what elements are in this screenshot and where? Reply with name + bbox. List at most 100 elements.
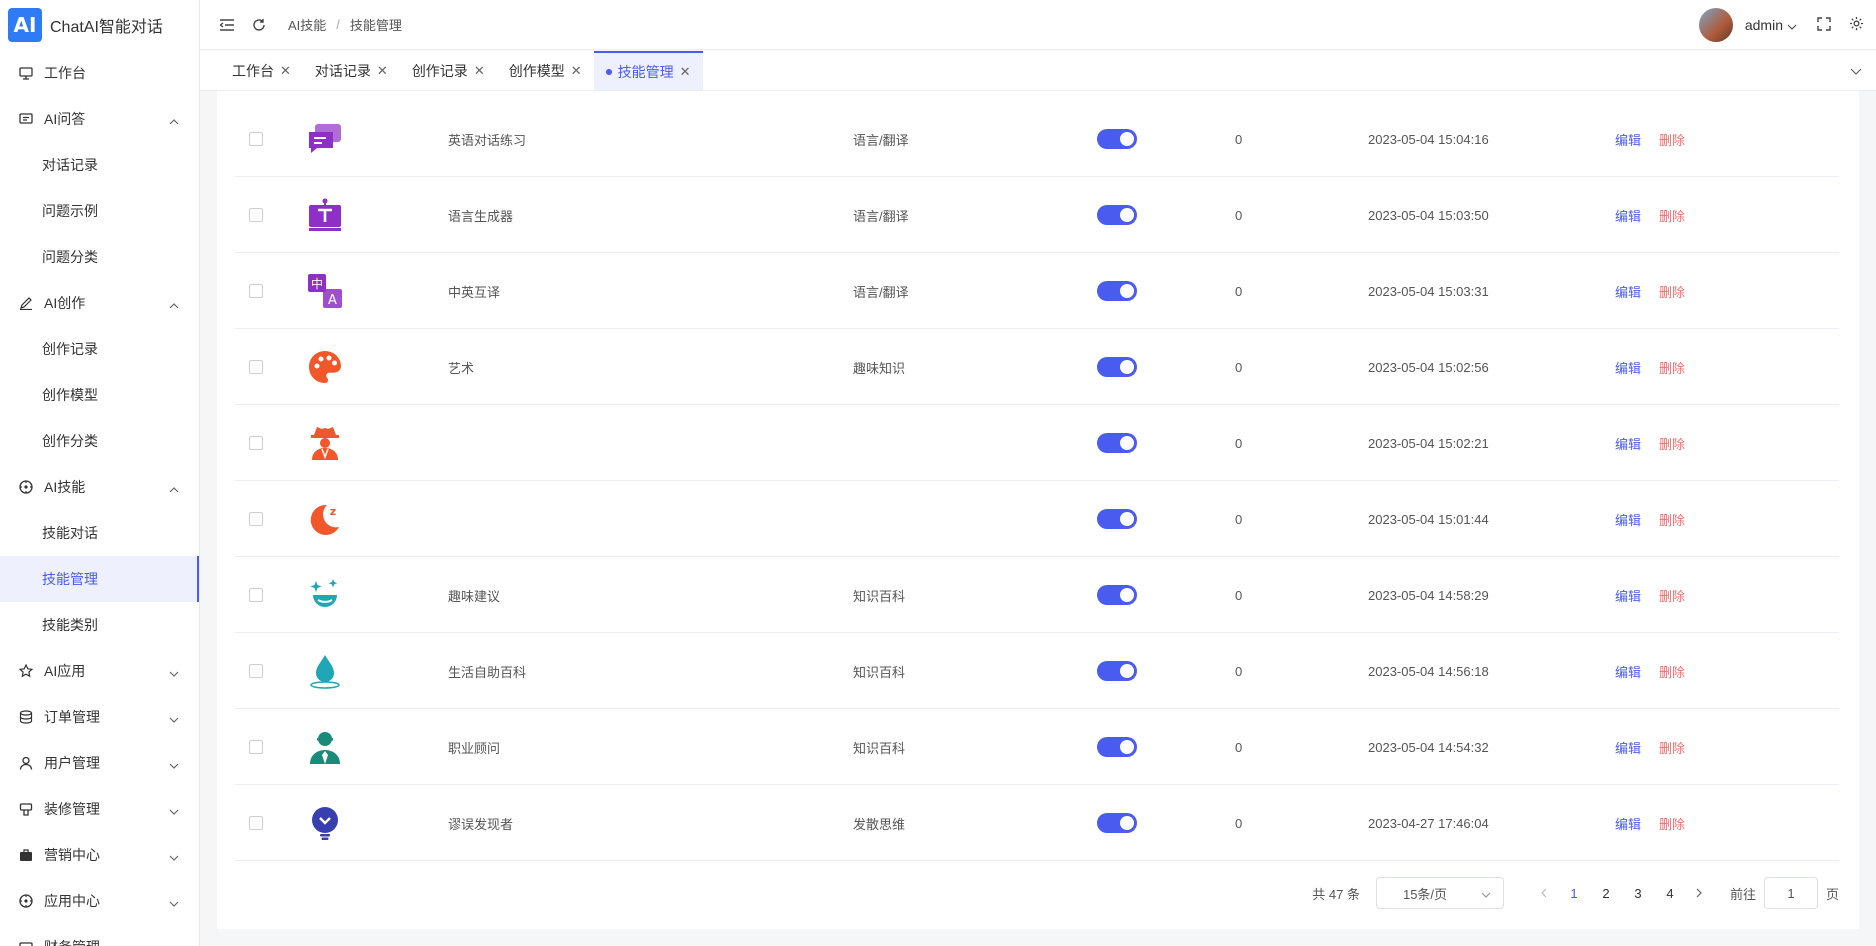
edit-button[interactable]: 编辑 — [1615, 814, 1641, 833]
edit-button[interactable]: 编辑 — [1615, 282, 1641, 301]
status-switch[interactable] — [1097, 633, 1137, 709]
delete-button[interactable]: 删除 — [1659, 662, 1685, 681]
row-actions: 编辑 删除 — [1615, 785, 1685, 861]
row-checkbox[interactable] — [249, 284, 263, 298]
edit-button[interactable]: 编辑 — [1615, 358, 1641, 377]
status-switch[interactable] — [1097, 481, 1137, 557]
page-number[interactable]: 2 — [1590, 886, 1622, 901]
edit-button[interactable]: 编辑 — [1615, 662, 1641, 681]
tab-item[interactable]: 技能管理 ✕ — [593, 51, 703, 90]
page-size-select[interactable]: 15条/页 — [1375, 877, 1504, 909]
tabs-dropdown-icon[interactable] — [1850, 63, 1862, 79]
chevron-down-icon[interactable] — [1787, 17, 1797, 33]
menu-fold-icon[interactable] — [218, 16, 236, 34]
close-icon[interactable]: ✕ — [474, 63, 485, 79]
toggle-switch[interactable] — [1097, 281, 1137, 301]
delete-button[interactable]: 删除 — [1659, 130, 1685, 149]
edit-button[interactable]: 编辑 — [1615, 434, 1641, 453]
toggle-switch[interactable] — [1097, 737, 1137, 757]
sidebar-item-5[interactable]: 订单管理 — [0, 694, 199, 740]
toggle-switch[interactable] — [1097, 509, 1137, 529]
status-switch[interactable] — [1097, 253, 1137, 329]
sidebar-subitem[interactable]: 技能管理 — [0, 556, 199, 602]
status-switch[interactable] — [1097, 709, 1137, 785]
row-checkbox[interactable] — [249, 816, 263, 830]
sidebar-item-4[interactable]: AI应用 — [0, 648, 199, 694]
toggle-switch[interactable] — [1097, 205, 1137, 225]
sidebar-subitem[interactable]: 创作记录 — [0, 326, 199, 372]
fullscreen-icon[interactable] — [1817, 16, 1831, 34]
close-icon[interactable]: ✕ — [680, 64, 691, 80]
toggle-switch[interactable] — [1097, 433, 1137, 453]
edit-button[interactable]: 编辑 — [1615, 130, 1641, 149]
goto-page-input[interactable]: 1 — [1763, 877, 1818, 909]
status-switch[interactable] — [1097, 101, 1137, 177]
refresh-icon[interactable] — [250, 16, 268, 34]
row-checkbox[interactable] — [249, 360, 263, 374]
breadcrumb-item[interactable]: AI技能 — [288, 15, 326, 34]
status-switch[interactable] — [1097, 557, 1137, 633]
tab-item[interactable]: 创作记录 ✕ — [400, 51, 497, 90]
username[interactable]: admin — [1745, 17, 1783, 33]
close-icon[interactable]: ✕ — [571, 63, 582, 79]
gear-icon[interactable] — [1849, 16, 1864, 34]
tab-item[interactable]: 工作台 ✕ — [220, 51, 303, 90]
sidebar-subitem[interactable]: 对话记录 — [0, 142, 199, 188]
edit-button[interactable]: 编辑 — [1615, 586, 1641, 605]
tab-item[interactable]: 创作模型 ✕ — [497, 51, 594, 90]
delete-button[interactable]: 删除 — [1659, 206, 1685, 225]
delete-button[interactable]: 删除 — [1659, 814, 1685, 833]
tab-item[interactable]: 对话记录 ✕ — [303, 51, 400, 90]
sidebar-subitem[interactable]: 创作分类 — [0, 418, 199, 464]
status-switch[interactable] — [1097, 405, 1137, 481]
sidebar-item-10[interactable]: 财务管理 — [0, 924, 199, 946]
sidebar-subitem[interactable]: 问题示例 — [0, 188, 199, 234]
toggle-switch[interactable] — [1097, 661, 1137, 681]
sidebar-item-1[interactable]: AI问答 — [0, 96, 199, 142]
page-number[interactable]: 1 — [1558, 886, 1590, 901]
sidebar-item-6[interactable]: 用户管理 — [0, 740, 199, 786]
delete-button[interactable]: 删除 — [1659, 282, 1685, 301]
row-checkbox[interactable] — [249, 208, 263, 222]
app-logo[interactable]: AI ChatAI智能对话 — [0, 0, 199, 50]
status-switch[interactable] — [1097, 329, 1137, 405]
row-checkbox[interactable] — [249, 588, 263, 602]
page-number[interactable]: 4 — [1654, 886, 1686, 901]
sidebar-item-7[interactable]: 装修管理 — [0, 786, 199, 832]
sidebar-item-0[interactable]: 工作台 — [0, 50, 199, 96]
edit-button[interactable]: 编辑 — [1615, 206, 1641, 225]
row-checkbox[interactable] — [249, 436, 263, 450]
status-switch[interactable] — [1097, 177, 1137, 253]
row-checkbox[interactable] — [249, 664, 263, 678]
row-checkbox[interactable] — [249, 132, 263, 146]
skill-category: 趣味知识 — [853, 360, 906, 376]
sidebar-item-2[interactable]: AI创作 — [0, 280, 199, 326]
toggle-switch[interactable] — [1097, 585, 1137, 605]
sidebar-item-8[interactable]: 营销中心 — [0, 832, 199, 878]
sidebar-subitem[interactable]: 创作模型 — [0, 372, 199, 418]
delete-button[interactable]: 删除 — [1659, 738, 1685, 757]
sidebar-subitem[interactable]: 技能类别 — [0, 602, 199, 648]
sidebar-item-3[interactable]: AI技能 — [0, 464, 199, 510]
edit-button[interactable]: 编辑 — [1615, 738, 1641, 757]
sidebar-subitem[interactable]: 技能对话 — [0, 510, 199, 556]
delete-button[interactable]: 删除 — [1659, 434, 1685, 453]
prev-page-icon[interactable] — [1530, 888, 1558, 898]
sidebar-subitem[interactable]: 问题分类 — [0, 234, 199, 280]
toggle-switch[interactable] — [1097, 129, 1137, 149]
edit-button[interactable]: 编辑 — [1615, 510, 1641, 529]
toggle-switch[interactable] — [1097, 357, 1137, 377]
delete-button[interactable]: 删除 — [1659, 510, 1685, 529]
next-page-icon[interactable] — [1686, 888, 1714, 898]
close-icon[interactable]: ✕ — [377, 63, 388, 79]
avatar[interactable] — [1698, 8, 1733, 42]
sidebar-item-9[interactable]: 应用中心 — [0, 878, 199, 924]
page-number[interactable]: 3 — [1622, 886, 1654, 901]
toggle-switch[interactable] — [1097, 813, 1137, 833]
delete-button[interactable]: 删除 — [1659, 586, 1685, 605]
row-checkbox[interactable] — [249, 512, 263, 526]
status-switch[interactable] — [1097, 785, 1137, 861]
row-checkbox[interactable] — [249, 740, 263, 754]
close-icon[interactable]: ✕ — [280, 63, 291, 79]
delete-button[interactable]: 删除 — [1659, 358, 1685, 377]
